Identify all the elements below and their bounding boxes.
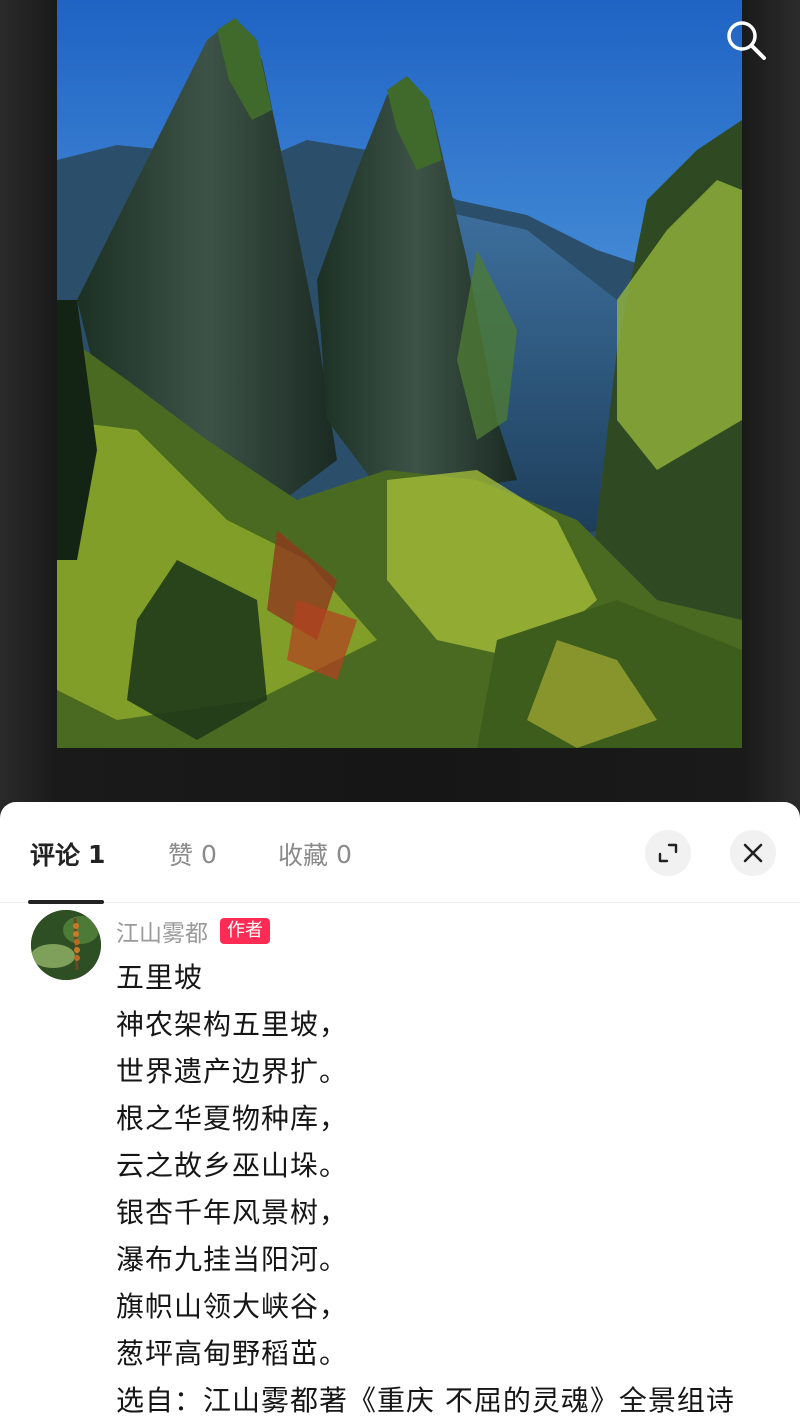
search-button[interactable] xyxy=(722,16,770,64)
author-row: 江山雾都 作者 xyxy=(116,914,270,948)
tab-favorites-count: 0 xyxy=(336,839,352,869)
avatar-image xyxy=(31,910,101,980)
active-tab-indicator xyxy=(28,900,104,904)
tab-favorites-label: 收藏 xyxy=(278,841,329,870)
tab-favorites[interactable]: 收藏 0 xyxy=(278,836,352,872)
poem-line: 葱坪高甸野稻茁。 xyxy=(116,1337,349,1370)
tab-likes-count: 0 xyxy=(201,839,217,869)
expand-icon xyxy=(658,843,678,863)
close-button[interactable] xyxy=(730,830,776,876)
expand-button[interactable] xyxy=(645,830,691,876)
poem-title: 五里坡 xyxy=(116,961,204,994)
mountain-photo[interactable] xyxy=(57,0,742,748)
poem-line: 根之华夏物种库， xyxy=(116,1102,349,1135)
author-name[interactable]: 江山雾都 xyxy=(116,914,208,948)
poem-line: 云之故乡巫山垛。 xyxy=(116,1149,349,1182)
poem-line: 世界遗产边界扩。 xyxy=(116,1055,349,1088)
poem-line: 旗帜山领大峡谷， xyxy=(116,1290,349,1323)
tab-likes[interactable]: 赞 0 xyxy=(168,836,217,872)
tab-comments[interactable]: 评论 1 xyxy=(30,836,105,872)
mountain-illustration xyxy=(57,0,742,748)
tab-likes-label: 赞 xyxy=(168,841,194,870)
poem-line: 银杏千年风景树， xyxy=(116,1196,349,1229)
poem-source: 选自：江山雾都著《重庆 不屈的灵魂》全景组诗 xyxy=(116,1384,735,1416)
author-badge: 作者 xyxy=(220,918,270,944)
poem-line: 瀑布九挂当阳河。 xyxy=(116,1243,349,1276)
close-icon xyxy=(743,843,763,863)
comment-text: 五里坡 神农架构五里坡， 世界遗产边界扩。 根之华夏物种库， 云之故乡巫山垛。 … xyxy=(116,954,796,1416)
comments-sheet: 评论 1 赞 0 收藏 0 江山雾都 作者 五里坡 神农架构五里坡， 世界遗产边… xyxy=(0,802,800,1416)
avatar[interactable] xyxy=(31,910,101,980)
search-icon xyxy=(727,21,766,60)
sheet-tabs: 评论 1 赞 0 收藏 0 xyxy=(0,802,800,904)
poem-line: 神农架构五里坡， xyxy=(116,1008,349,1041)
tab-comments-count: 1 xyxy=(88,839,106,869)
tab-comments-label: 评论 xyxy=(30,841,81,870)
